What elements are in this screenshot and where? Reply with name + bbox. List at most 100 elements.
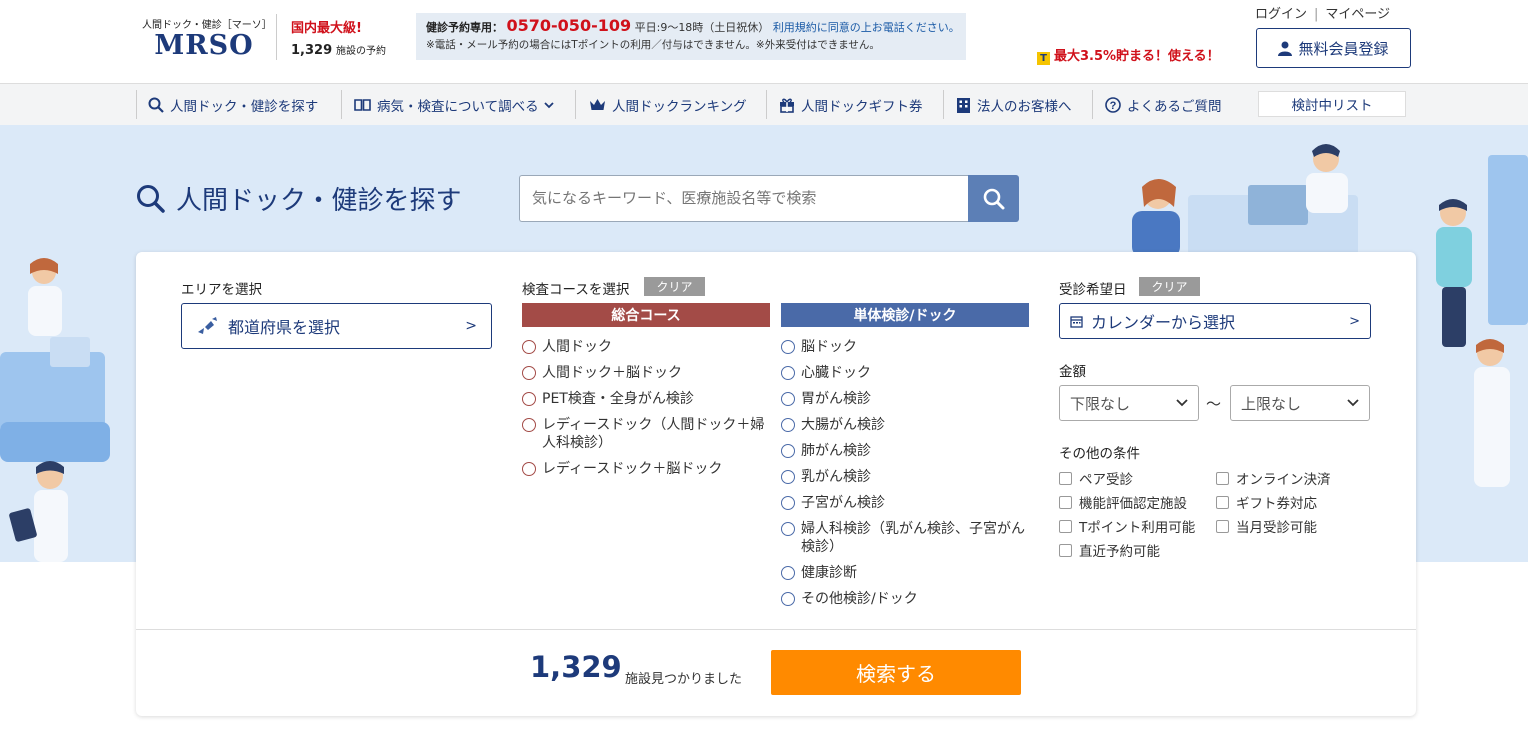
course-option[interactable]: その他検診/ドック (781, 590, 1031, 608)
course-option[interactable]: 大腸がん検診 (781, 416, 1031, 434)
date-clear-button[interactable]: クリア (1139, 277, 1200, 296)
radio-button[interactable] (522, 340, 536, 354)
checkbox[interactable] (1059, 543, 1072, 557)
gift-icon (780, 98, 794, 113)
condition-tpoint[interactable]: Tポイント利用可能 (1059, 516, 1195, 536)
course-option[interactable]: 胃がん検診 (781, 390, 1031, 408)
condition-accredited[interactable]: 機能評価認定施設 (1059, 492, 1187, 512)
price-max-select[interactable]: 上限なし (1230, 385, 1370, 421)
phone-number[interactable]: 0570-050-109 (507, 16, 632, 35)
hero-title: 人間ドック・健診を探す (136, 180, 461, 217)
course-option-label: 肺がん検診 (801, 443, 871, 459)
course-option[interactable]: レディースドック＋脳ドック (522, 460, 772, 478)
checkbox[interactable] (1216, 519, 1229, 533)
condition-soon[interactable]: 直近予約可能 (1059, 540, 1160, 560)
single-course-list: 脳ドック 心臓ドック 胃がん検診 大腸がん検診 肺がん検診 乳がん検診 子宮がん… (781, 338, 1031, 616)
nav-item-search[interactable]: 人間ドック・健診を探す (148, 90, 318, 120)
nav-item-diseases[interactable]: 病気・検査について調べる (354, 90, 554, 120)
radio-button[interactable] (781, 470, 795, 484)
course-option[interactable]: 肺がん検診 (781, 442, 1031, 460)
radio-button[interactable] (522, 392, 536, 406)
nav-item-corporate[interactable]: 法人のお客様へ (956, 90, 1072, 120)
price-min-select[interactable]: 下限なし (1059, 385, 1199, 421)
radio-button[interactable] (781, 444, 795, 458)
nav-item-label: 人間ドックランキング (612, 99, 747, 115)
course-label: 検査コースを選択 (522, 282, 630, 298)
keyword-search-button[interactable] (968, 175, 1019, 222)
condition-this-month[interactable]: 当月受診可能 (1216, 516, 1317, 536)
map-icon (198, 317, 217, 334)
course-option[interactable]: 脳ドック (781, 338, 1031, 356)
register-button[interactable]: 無料会員登録 (1256, 28, 1411, 68)
phone-label: 健診予約専用： (426, 21, 503, 34)
condition-label: 機能評価認定施設 (1079, 496, 1187, 512)
course-option[interactable]: 乳がん検診 (781, 468, 1031, 486)
nav-item-label: 人間ドックギフト券 (801, 99, 923, 115)
prefecture-select-button[interactable]: 都道府県を選択 > (181, 303, 492, 349)
nav-item-faq[interactable]: ? よくあるご質問 (1105, 90, 1222, 120)
condition-online-payment[interactable]: オンライン決済 (1216, 468, 1331, 488)
calendar-select-button[interactable]: カレンダーから選択 > (1059, 303, 1371, 339)
course-option-label: 大腸がん検診 (801, 417, 885, 433)
course-option[interactable]: 心臓ドック (781, 364, 1031, 382)
chevron-down-icon (1176, 399, 1188, 407)
course-option[interactable]: PET検査・全身がん検診 (522, 390, 772, 408)
result-count-text: 施設見つかりました (625, 672, 743, 687)
book-icon (354, 99, 371, 111)
checkbox[interactable] (1059, 495, 1072, 509)
price-max-value: 上限なし (1241, 394, 1302, 413)
condition-gift-card[interactable]: ギフト券対応 (1216, 492, 1317, 512)
course-option[interactable]: 健康診断 (781, 564, 1031, 582)
search-submit-button[interactable]: 検索する (771, 650, 1021, 695)
radio-button[interactable] (781, 592, 795, 606)
nav-item-ranking[interactable]: 人間ドックランキング (589, 90, 747, 120)
condition-pair[interactable]: ペア受診 (1059, 468, 1133, 488)
radio-button[interactable] (781, 496, 795, 510)
radio-button[interactable] (781, 392, 795, 406)
course-option[interactable]: 人間ドック (522, 338, 772, 356)
site-logo[interactable]: 人間ドック・健診［マーソ］ MRSO (142, 16, 272, 61)
checkbox[interactable] (1216, 495, 1229, 509)
logo-wordmark: MRSO (154, 30, 254, 61)
checkbox[interactable] (1216, 471, 1229, 485)
single-course-header: 単体検診/ドック (781, 303, 1029, 327)
course-option[interactable]: 婦人科検診（乳がん検診、子宮がん検診） (781, 520, 1031, 556)
facility-count-badge: 国内最大級! 1,329 施設の予約 (291, 17, 386, 58)
price-label: 金額 (1059, 364, 1086, 380)
svg-text:?: ? (1110, 100, 1117, 112)
watchlist-button[interactable]: 検討中リスト (1258, 91, 1406, 117)
nav-divider (575, 90, 576, 119)
tpoint-text: 最大3.5%貯まる！使える！ (1054, 49, 1220, 64)
price-range-separator: ～ (1206, 395, 1222, 413)
tpoint-banner[interactable]: T 最大3.5%貯まる！使える！ (1037, 45, 1220, 65)
nav-item-gift[interactable]: 人間ドックギフト券 (779, 90, 923, 120)
radio-button[interactable] (781, 340, 795, 354)
checkbox[interactable] (1059, 519, 1072, 533)
course-option[interactable]: レディースドック（人間ドック＋婦人科検診） (522, 416, 772, 452)
radio-button[interactable] (522, 366, 536, 380)
checkbox[interactable] (1059, 471, 1072, 485)
radio-button[interactable] (781, 418, 795, 432)
radio-button[interactable] (781, 366, 795, 380)
radio-button[interactable] (781, 522, 795, 536)
course-option-label: レディースドック＋脳ドック (542, 461, 723, 477)
register-label: 無料会員登録 (1298, 39, 1389, 58)
radio-button[interactable] (781, 566, 795, 580)
condition-label: ギフト券対応 (1236, 496, 1317, 512)
course-option[interactable]: 人間ドック＋脳ドック (522, 364, 772, 382)
search-icon (983, 188, 1004, 209)
course-option-label: 健康診断 (801, 565, 857, 581)
login-link[interactable]: ログイン (1255, 7, 1307, 22)
course-option-label: PET検査・全身がん検診 (542, 391, 694, 407)
radio-button[interactable] (522, 462, 536, 476)
course-option-label: レディースドック（人間ドック＋婦人科検診） (542, 417, 765, 451)
mypage-link[interactable]: マイページ (1325, 7, 1390, 22)
course-option-label: 脳ドック (801, 339, 857, 355)
course-option[interactable]: 子宮がん検診 (781, 494, 1031, 512)
phone-terms-link[interactable]: 利用規約に同意の上お電話ください。 (773, 21, 960, 34)
radio-button[interactable] (522, 418, 536, 432)
course-option-label: 人間ドック＋脳ドック (542, 365, 682, 381)
keyword-search-input[interactable] (519, 175, 969, 222)
phone-info-box: 健診予約専用： 0570-050-109 平日:9～18時（土日祝休） 利用規約… (416, 13, 966, 60)
course-clear-button[interactable]: クリア (644, 277, 705, 296)
